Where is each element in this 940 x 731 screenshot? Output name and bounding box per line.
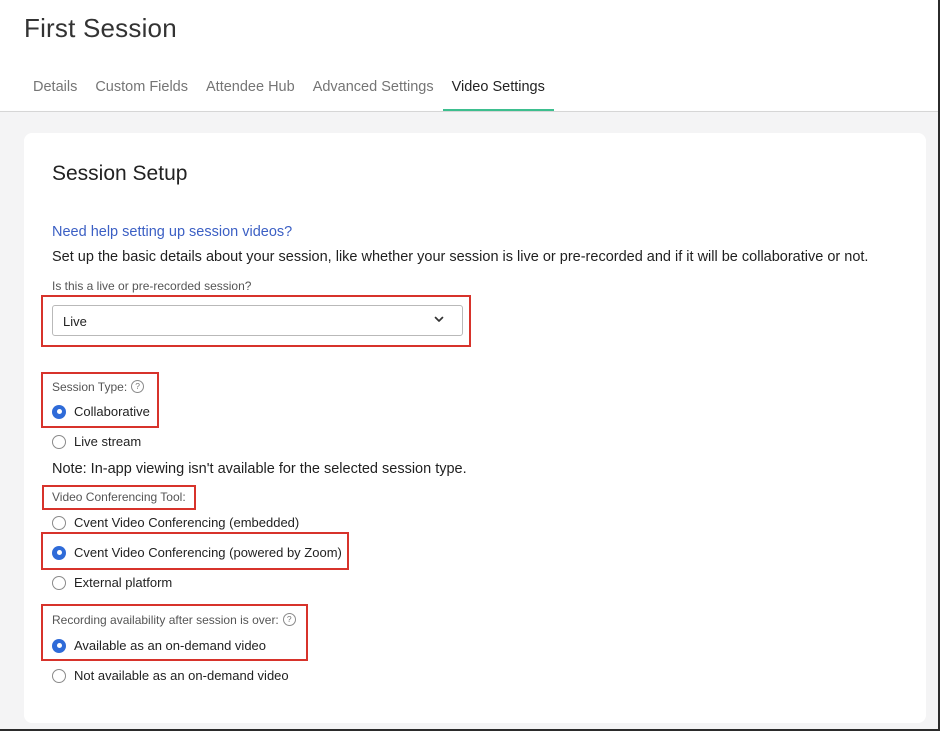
question-circle-icon[interactable]: ? (131, 380, 145, 394)
radio-unchecked-icon (52, 575, 66, 590)
question-circle-icon[interactable]: ? (282, 613, 296, 627)
tab-details[interactable]: Details (24, 76, 86, 112)
chevron-down-icon (434, 316, 444, 322)
window-frame: First Session Details Custom Fields Atte… (0, 0, 940, 731)
help-link[interactable]: Need help setting up session videos? (52, 224, 292, 240)
recording-label-text: Recording availability after session is … (52, 613, 279, 627)
session-type-note: Note: In-app viewing isn't available for… (52, 461, 467, 477)
radio-label: Collaborative (74, 404, 150, 419)
radio-recording-not-available[interactable]: Not available as an on-demand video (52, 668, 289, 683)
radio-unchecked-icon (52, 515, 66, 530)
session-type-label: Session Type:? (52, 380, 145, 394)
radio-video-tool-embedded[interactable]: Cvent Video Conferencing (embedded) (52, 515, 299, 530)
radio-label: External platform (74, 575, 173, 590)
section-description: Set up the basic details about your sess… (52, 249, 869, 265)
radio-recording-on-demand[interactable]: Available as an on-demand video (52, 638, 266, 653)
radio-session-type-collaborative[interactable]: Collaborative (52, 404, 150, 419)
session-setup-card: Session Setup Need help setting up sessi… (24, 133, 926, 723)
radio-label: Available as an on-demand video (74, 638, 267, 653)
tab-advanced-settings[interactable]: Advanced Settings (304, 76, 443, 112)
video-tool-label: Video Conferencing Tool: (52, 490, 186, 504)
radio-label: Cvent Video Conferencing (powered by Zoo… (74, 545, 342, 560)
radio-unchecked-icon (52, 668, 66, 683)
recording-label: Recording availability after session is … (52, 613, 296, 627)
radio-checked-icon (52, 638, 66, 653)
radio-unchecked-icon (52, 434, 66, 449)
radio-session-type-live-stream[interactable]: Live stream (52, 434, 141, 449)
radio-video-tool-external[interactable]: External platform (52, 575, 172, 590)
radio-label: Live stream (74, 434, 142, 449)
session-mode-select[interactable]: Live (52, 305, 463, 336)
section-title: Session Setup (52, 162, 188, 185)
session-type-label-text: Session Type: (52, 380, 128, 394)
session-mode-selected-value: Live (63, 314, 87, 329)
tab-video-settings[interactable]: Video Settings (442, 76, 555, 112)
page-header: First Session Details Custom Fields Atte… (0, 0, 938, 112)
radio-label: Not available as an on-demand video (74, 668, 289, 683)
tab-bar: Details Custom Fields Attendee Hub Advan… (24, 76, 555, 112)
radio-checked-icon (52, 404, 66, 419)
tab-custom-fields[interactable]: Custom Fields (86, 76, 197, 112)
tab-attendee-hub[interactable]: Attendee Hub (197, 76, 304, 112)
radio-label: Cvent Video Conferencing (embedded) (74, 515, 300, 530)
radio-checked-icon (52, 545, 66, 560)
live-question-label: Is this a live or pre-recorded session? (52, 279, 252, 293)
radio-video-tool-zoom[interactable]: Cvent Video Conferencing (powered by Zoo… (52, 545, 342, 560)
page-title: First Session (24, 13, 177, 43)
content-area: Session Setup Need help setting up sessi… (0, 112, 938, 729)
